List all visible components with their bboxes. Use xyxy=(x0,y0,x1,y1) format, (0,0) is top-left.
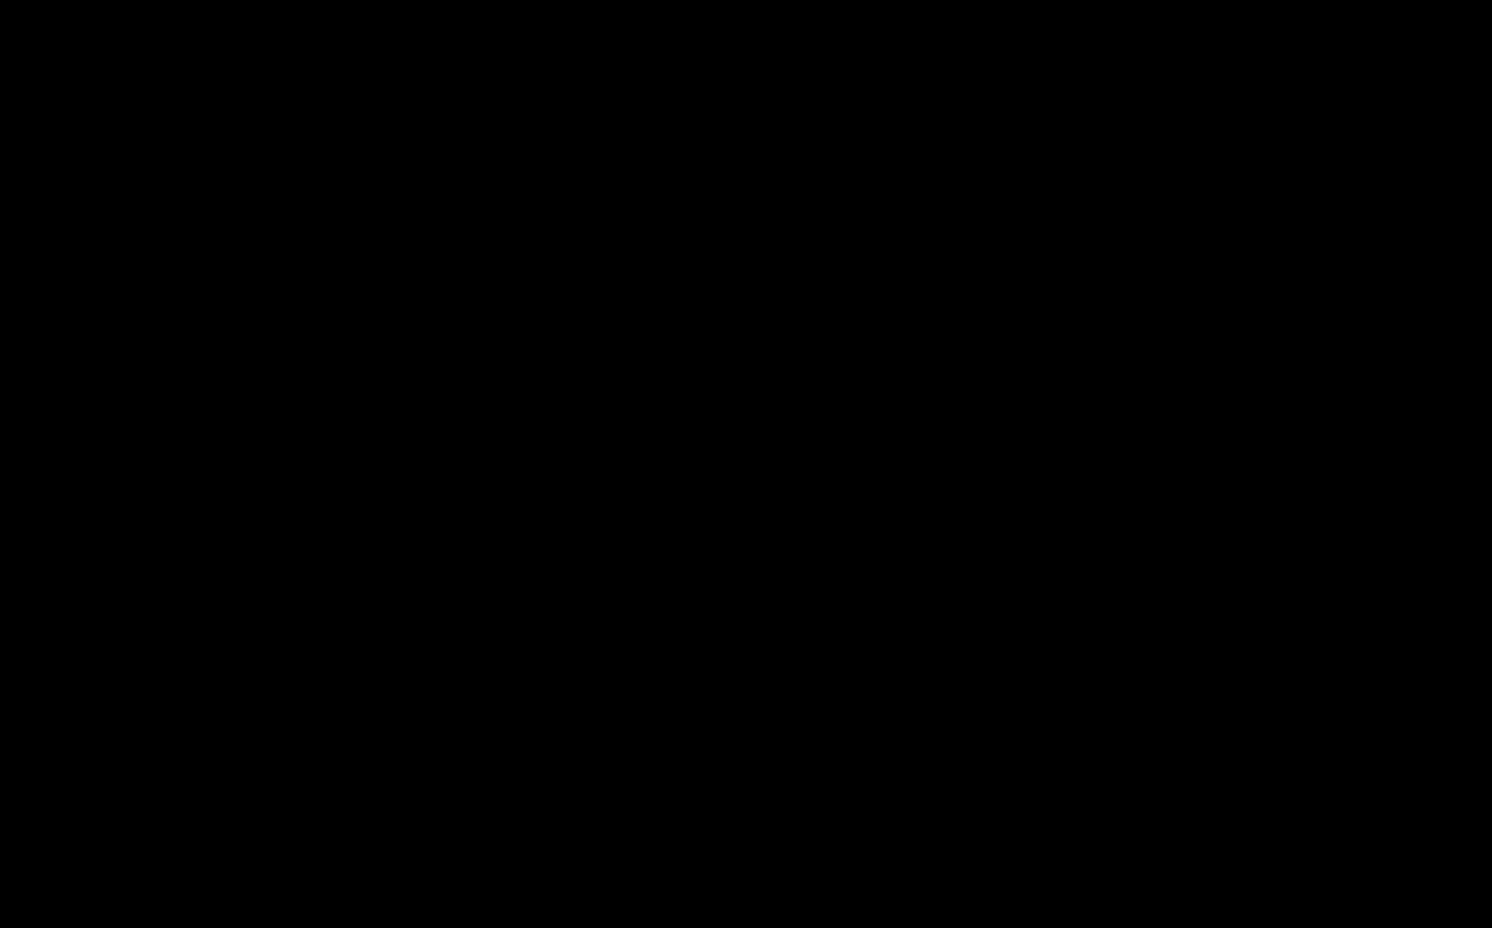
empty-page xyxy=(0,0,1492,928)
